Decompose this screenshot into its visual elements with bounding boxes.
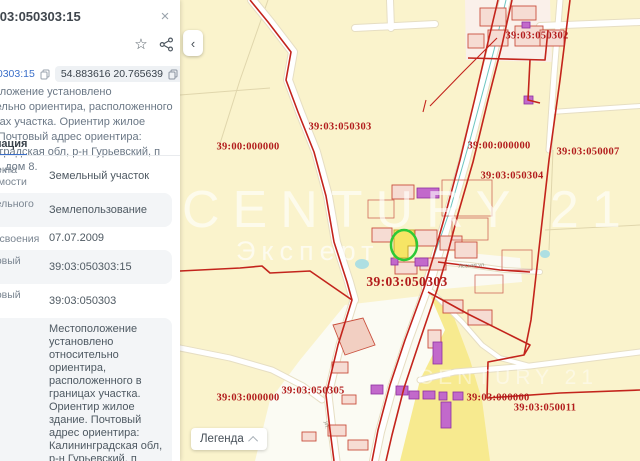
map-canvas <box>180 0 640 461</box>
close-icon[interactable]: × <box>156 8 174 26</box>
info-row-value: Землепользование <box>49 203 148 216</box>
legend-button[interactable]: Легенда <box>191 428 267 450</box>
legend-button-label: Легенда <box>200 433 244 445</box>
info-row-label: Вид объекта недвижимости <box>0 164 27 188</box>
cadastral-map[interactable]: CENTURY 21 Эксперт CENTURY 21 Лесная ул.… <box>180 0 640 461</box>
copy-icon[interactable] <box>168 69 178 80</box>
info-row-value: Местоположение установлено относительно … <box>49 323 163 461</box>
info-row-label: Кадастровый номер <box>0 255 21 267</box>
info-row-label: Адрес <box>0 395 44 407</box>
tabs-divider <box>0 155 180 156</box>
parcel-title: 39:03:050303:15 <box>0 9 81 24</box>
chevron-up-icon <box>247 435 258 446</box>
info-row-label: Вид земельного участка <box>0 198 34 210</box>
info-row: Вид земельного участка Землепользование <box>0 193 172 227</box>
info-row: Дата присвоения 07.07.2009 <box>0 227 172 250</box>
chevron-left-icon: ‹ <box>190 35 196 51</box>
info-row-value: 39:03:050303 <box>49 294 117 307</box>
sidebar-collapse-button[interactable]: ‹ <box>183 30 203 56</box>
info-row-value: Земельный участок <box>49 169 150 182</box>
info-row: Кадастровый квартал 39:03:050303 <box>0 284 172 318</box>
coordinates-value: 54.883616 20.765639 <box>60 68 164 80</box>
tab-information[interactable]: Информация <box>0 138 28 156</box>
copy-icon[interactable] <box>40 69 50 80</box>
info-row: Вид объекта недвижимости Земельный участо… <box>0 159 172 193</box>
parcel-info-panel: 39:03:050303:15 39:03:050303:15 54.88361… <box>0 0 180 461</box>
favorite-star-icon[interactable]: ☆ <box>133 36 149 53</box>
info-row: Адрес Местоположение установлено относите… <box>0 318 172 461</box>
info-table: Вид объекта недвижимости Земельный участо… <box>0 159 172 461</box>
coordinates-chip[interactable]: 54.883616 20.765639 <box>54 66 180 82</box>
info-row-label: Дата присвоения <box>0 232 40 245</box>
info-row: Кадастровый номер 39:03:050303:15 <box>0 250 172 284</box>
info-row-label: Кадастровый квартал <box>0 289 21 301</box>
cadastral-number-link[interactable]: 39:03:050303:15 <box>0 68 35 80</box>
share-icon[interactable] <box>158 36 174 52</box>
info-row-value: 39:03:050303:15 <box>49 260 132 273</box>
info-row-value: 07.07.2009 <box>49 232 105 244</box>
